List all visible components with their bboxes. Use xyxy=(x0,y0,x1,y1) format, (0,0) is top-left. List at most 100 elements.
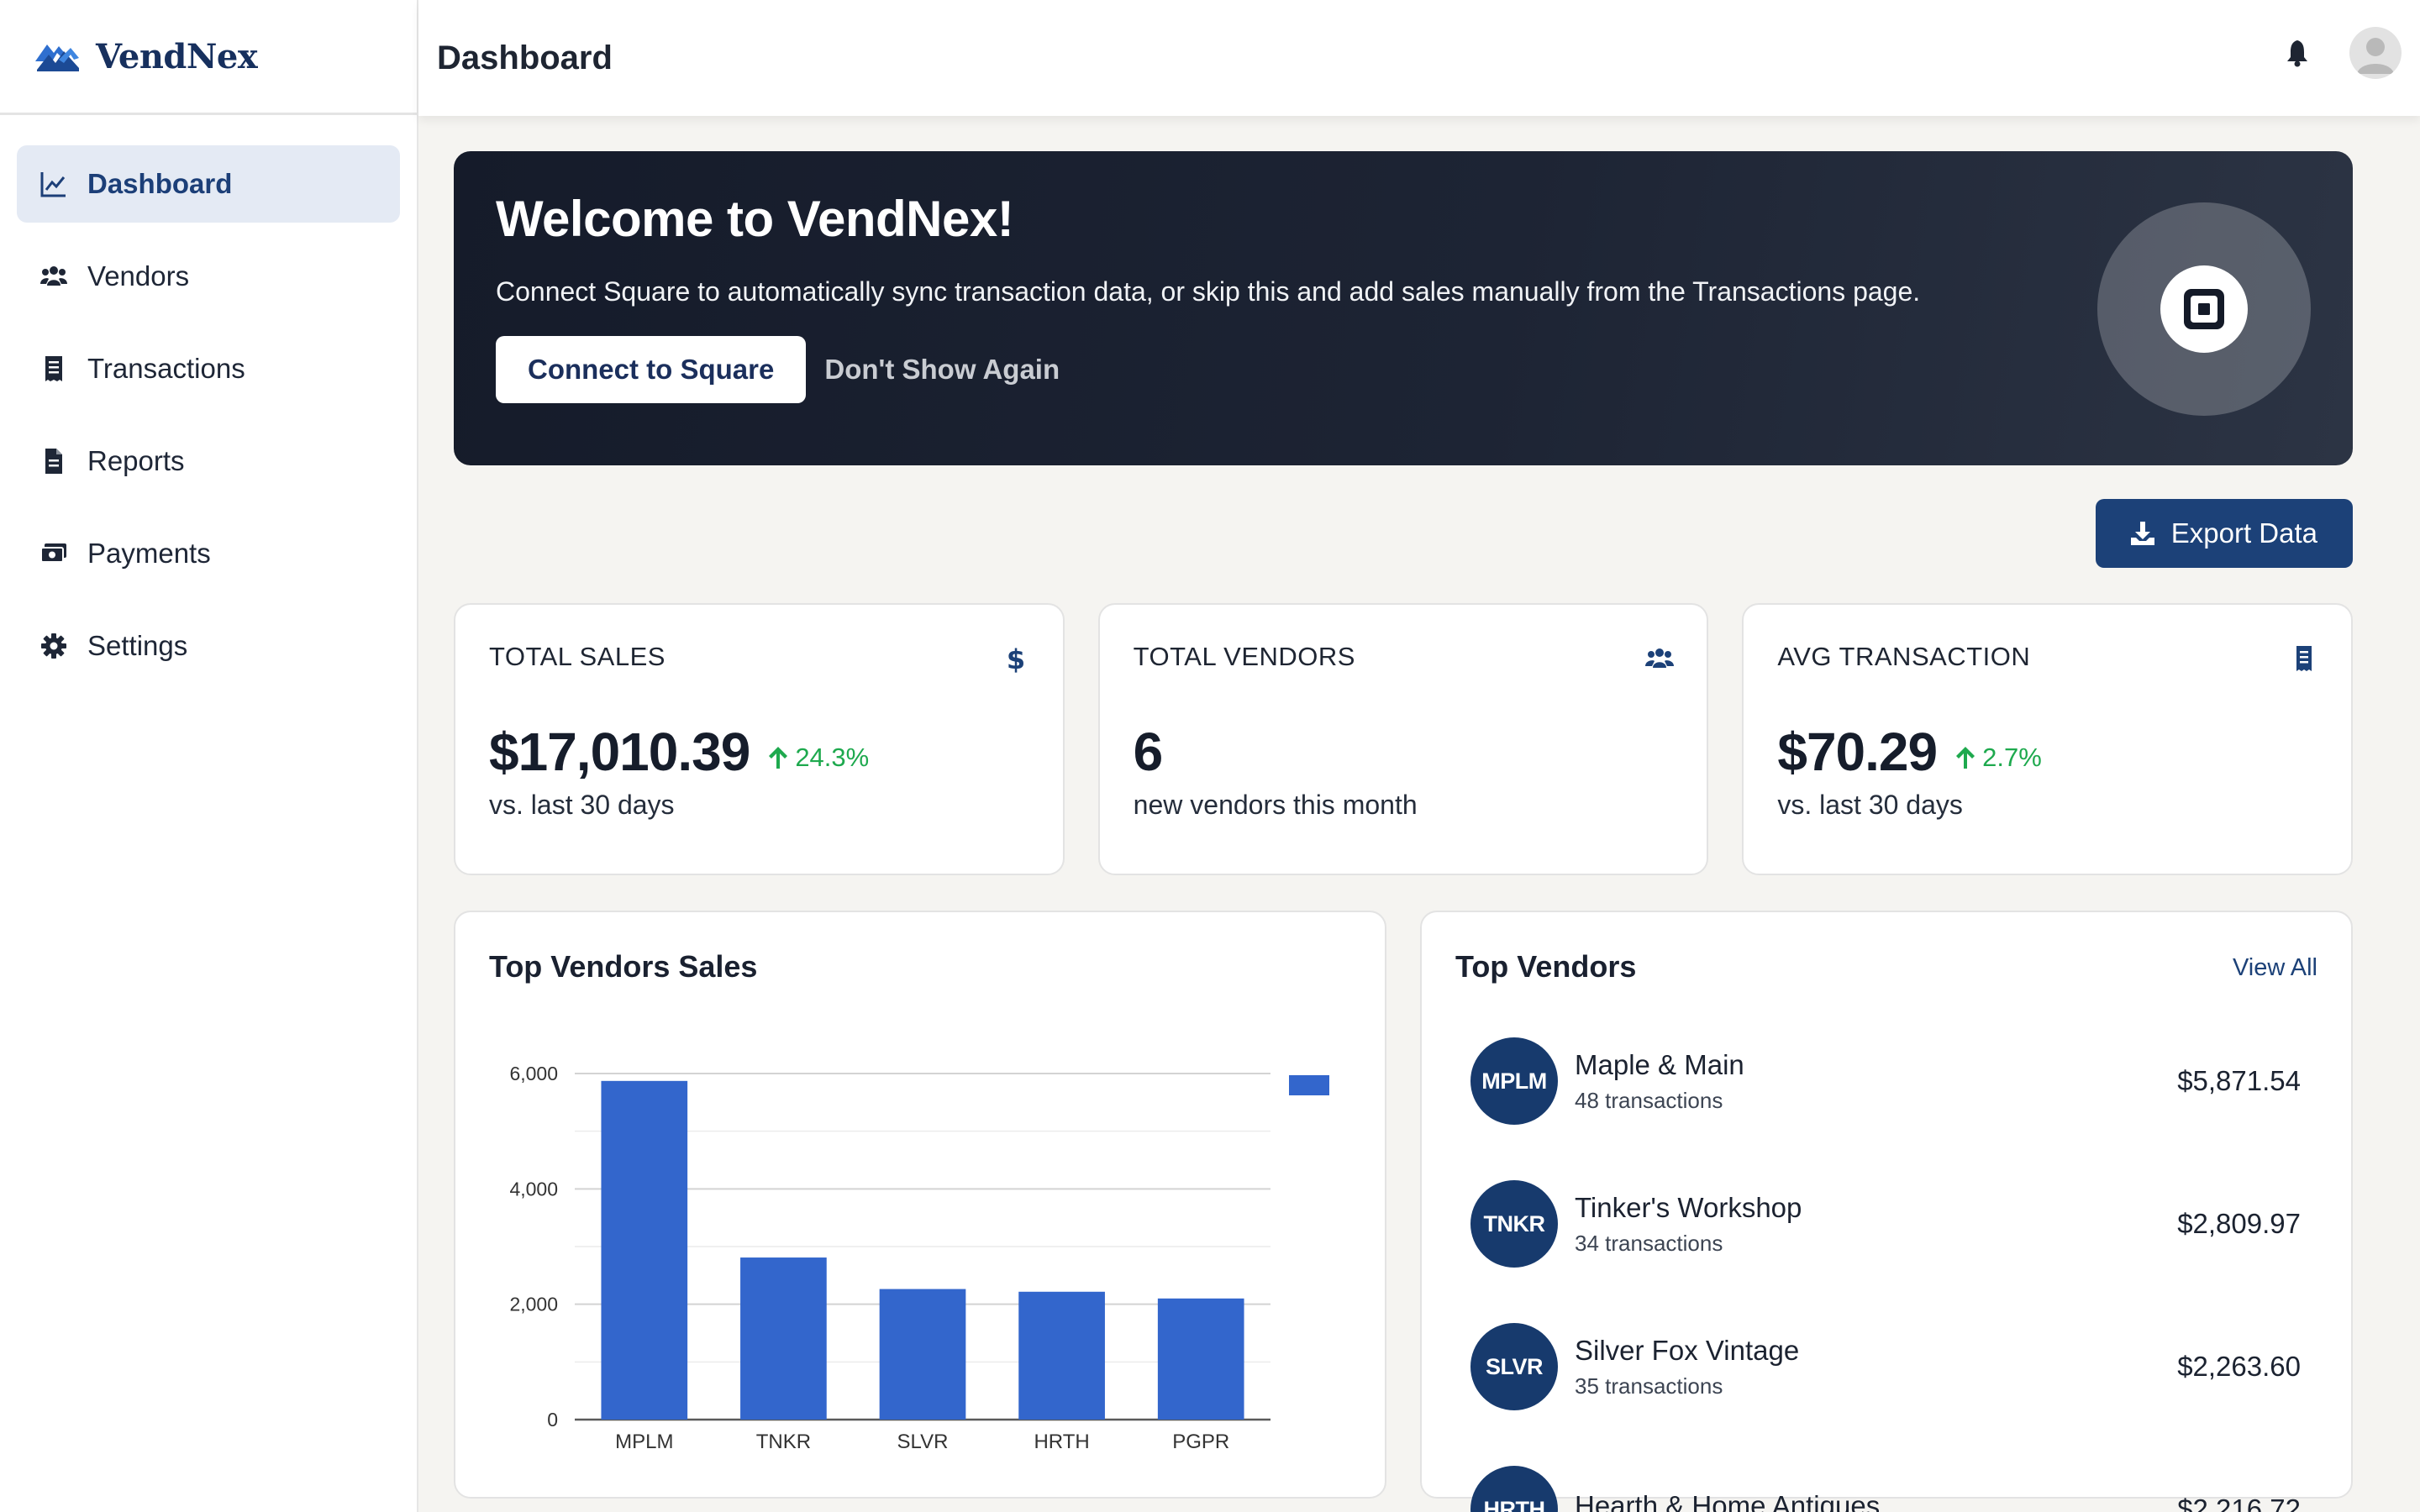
y-tick-label: 2,000 xyxy=(509,1294,558,1315)
dont-show-again-button[interactable]: Don't Show Again xyxy=(824,354,1060,386)
bell-icon[interactable] xyxy=(2281,36,2314,70)
x-tick-label: PGPR xyxy=(1172,1431,1229,1453)
avatar[interactable] xyxy=(2349,27,2402,79)
vendor-info: Maple & Main 48 transactions xyxy=(1575,1049,1744,1114)
stat-value: $17,010.39 xyxy=(489,722,750,782)
vendor-name: Hearth & Home Antiques xyxy=(1575,1490,1881,1512)
stat-value-row: $70.29 2.7% xyxy=(1777,721,2317,783)
vendor-count: 35 transactions xyxy=(1575,1373,1723,1399)
users-icon xyxy=(37,260,71,293)
gear-icon xyxy=(37,629,71,663)
bar-hrth xyxy=(1018,1291,1105,1420)
sidebar-item-transactions[interactable]: Transactions xyxy=(17,330,400,407)
stat-change: 2.7% xyxy=(1954,743,2042,773)
stat-label: TOTAL SALES xyxy=(489,642,666,671)
brand-logo-icon xyxy=(35,45,79,71)
x-tick-label: MPLM xyxy=(615,1431,673,1453)
users-icon xyxy=(1645,648,1675,668)
list-item[interactable]: TNKR Tinker's Workshop 34 transactions $… xyxy=(1455,1152,2317,1295)
list-item[interactable]: HRTH Hearth & Home Antiques $2,216.72 xyxy=(1455,1438,2317,1512)
banner-text: Connect Square to automatically sync tra… xyxy=(496,276,1921,307)
export-data-button[interactable]: Export Data xyxy=(2095,499,2353,568)
bottom-row: Top Vendors Sales 0 2,000 4,000 6,000 MPLM TN… xyxy=(454,911,2353,1512)
square-logo-icon xyxy=(2160,265,2248,353)
sidebar-item-label: Payments xyxy=(87,538,211,569)
vendor-badge: HRTH xyxy=(1470,1466,1558,1512)
vendor-badge: SLVR xyxy=(1470,1323,1558,1410)
y-tick-label: 4,000 xyxy=(509,1178,558,1200)
vendor-name: Tinker's Workshop xyxy=(1575,1191,1802,1223)
bar-tnkr xyxy=(740,1257,827,1420)
sidebar: VendNex Dashboard Vendors Transactions R… xyxy=(0,0,418,1512)
stat-sub: new vendors this month xyxy=(1133,790,1418,820)
sidebar-item-reports[interactable]: Reports xyxy=(17,423,400,500)
sidebar-item-vendors[interactable]: Vendors xyxy=(17,238,400,315)
stat-value: 6 xyxy=(1133,722,1164,782)
brand-name: VendNex xyxy=(96,36,258,76)
topbar-actions xyxy=(2281,27,2402,79)
vendor-badge: TNKR xyxy=(1470,1180,1558,1268)
stat-card-total-vendors: TOTAL VENDORS 6 new vendors this month xyxy=(1097,603,1709,875)
sidebar-item-settings[interactable]: Settings xyxy=(17,607,400,685)
svg-text:$: $ xyxy=(1007,643,1025,674)
stat-sub: vs. last 30 days xyxy=(1777,790,1963,820)
arrow-up-icon xyxy=(769,747,788,769)
vendor-amount: $2,216.72 xyxy=(2177,1494,2301,1512)
vendor-info: Hearth & Home Antiques xyxy=(1575,1490,1880,1512)
legend-swatch xyxy=(1289,1075,1329,1095)
sidebar-item-label: Dashboard xyxy=(87,168,233,199)
vendor-name: Maple & Main xyxy=(1575,1048,1744,1080)
stat-value-row: $17,010.39 24.3% xyxy=(489,721,1029,783)
vendor-count: 48 transactions xyxy=(1575,1087,1723,1113)
export-row: Export Data xyxy=(454,499,2353,568)
stat-card-avg-transaction: AVG TRANSACTION $70.29 2.7% vs. last 30 … xyxy=(1742,603,2354,875)
stat-label: AVG TRANSACTION xyxy=(1777,642,2031,671)
panel-title: Top Vendors xyxy=(1455,949,1637,984)
x-tick-label: HRTH xyxy=(1034,1431,1089,1453)
receipt-icon xyxy=(2296,646,2312,671)
vendor-name: Silver Fox Vintage xyxy=(1575,1334,1800,1366)
bar-pgpr xyxy=(1157,1298,1244,1420)
money-icon xyxy=(37,537,71,570)
vendor-badge: MPLM xyxy=(1470,1037,1558,1125)
sidebar-item-dashboard[interactable]: Dashboard xyxy=(17,145,400,223)
top-vendors-panel: Top Vendors View All MPLM Maple & Main 4… xyxy=(1420,911,2353,1512)
top-vendors-sales-chart: 0 2,000 4,000 6,000 MPLM TNKR SLVR HRTH PGPR xyxy=(509,1063,1329,1453)
vendor-count: 34 transactions xyxy=(1575,1230,1723,1256)
banner-title: Welcome to VendNex! xyxy=(496,191,1014,247)
arrow-up-icon xyxy=(1956,747,1975,769)
export-data-label: Export Data xyxy=(2170,517,2317,549)
sidebar-nav: Dashboard Vendors Transactions Reports P… xyxy=(0,115,417,685)
top-vendors-sales-panel: Top Vendors Sales 0 2,000 4,000 6,000 MPLM TN… xyxy=(454,911,1386,1499)
vendor-list: MPLM Maple & Main 48 transactions $5,871… xyxy=(1455,1010,2317,1512)
sidebar-item-payments[interactable]: Payments xyxy=(17,515,400,592)
dollar-icon: $ xyxy=(1007,643,1025,674)
welcome-banner: Welcome to VendNex! Connect Square to au… xyxy=(454,151,2353,465)
bar-mplm xyxy=(601,1080,688,1420)
stats-row: TOTAL SALES $ $17,010.39 24.3% vs. last … xyxy=(454,603,2354,875)
stat-change-value: 2.7% xyxy=(1982,743,2042,772)
square-logo-badge xyxy=(2097,202,2311,416)
banner-actions: Connect to Square Don't Show Again xyxy=(496,336,2311,403)
vendor-amount: $2,809.97 xyxy=(2177,1208,2301,1239)
connect-square-button[interactable]: Connect to Square xyxy=(496,336,807,403)
stat-change: 24.3% xyxy=(766,743,869,773)
page-title: Dashboard xyxy=(437,39,613,76)
stat-change-value: 24.3% xyxy=(795,743,870,772)
vendor-amount: $2,263.60 xyxy=(2177,1351,2301,1382)
file-icon xyxy=(37,444,71,478)
receipt-icon xyxy=(37,352,71,386)
main-content: Welcome to VendNex! Connect Square to au… xyxy=(454,151,2354,1512)
stat-sub: vs. last 30 days xyxy=(489,790,675,820)
brand[interactable]: VendNex xyxy=(0,0,417,115)
y-tick-label: 6,000 xyxy=(509,1063,558,1084)
sidebar-item-label: Reports xyxy=(87,445,185,476)
list-item[interactable]: MPLM Maple & Main 48 transactions $5,871… xyxy=(1455,1010,2317,1152)
list-item[interactable]: SLVR Silver Fox Vintage 35 transactions … xyxy=(1455,1295,2317,1438)
view-all-link[interactable]: View All xyxy=(2233,954,2317,982)
vendor-info: Tinker's Workshop 34 transactions xyxy=(1575,1192,1802,1257)
stat-value-row: 6 xyxy=(1134,721,1674,783)
sidebar-item-label: Transactions xyxy=(87,353,245,384)
stat-value: $70.29 xyxy=(1777,722,1938,782)
bar-slvr xyxy=(879,1289,966,1420)
